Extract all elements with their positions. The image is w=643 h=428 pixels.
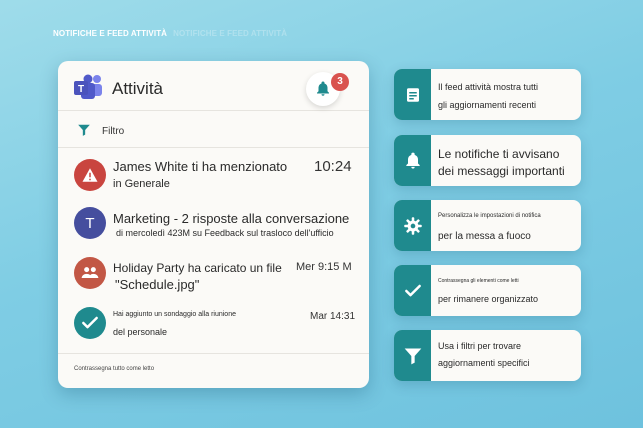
- alert-icon: [82, 168, 98, 182]
- feature-card-filters: Usa i filtri per trovare aggiornamenti s…: [394, 330, 581, 381]
- feature-card-activity-feed: Il feed attività mostra tutti gli aggior…: [394, 69, 581, 120]
- gear-icon: [403, 216, 422, 235]
- activity-title: James White ti ha menzionato: [113, 159, 288, 174]
- card-line-2: per rimanere organizzato: [438, 294, 539, 304]
- activity-subtitle: di mercoledì 423M su Feedback sul traslo…: [116, 228, 334, 238]
- people-avatar: [74, 257, 106, 289]
- activity-item[interactable]: Holiday Party ha caricato un file "Sched…: [58, 254, 369, 298]
- avatar: T: [74, 207, 106, 239]
- card-line-2: per la messa a fuoco: [438, 231, 531, 242]
- feature-card-notifications: Le notifiche ti avvisano dei messaggi im…: [394, 135, 581, 186]
- activity-subtitle: in Generale: [113, 178, 170, 190]
- mark-all-read-link[interactable]: Contrassegna tutto come letto: [74, 366, 154, 372]
- alert-avatar: [74, 159, 106, 191]
- card-line-2: aggiornamenti specifici: [438, 358, 530, 368]
- page-heading: NOTIFICHE E FEED ATTIVITÀ NOTIFICHE E FEE…: [53, 29, 287, 38]
- activity-subtitle: del personale: [113, 327, 168, 337]
- bell-icon: [405, 152, 420, 168]
- activity-panel: T Attività 3 Filtro James White ti ha me…: [58, 61, 369, 388]
- card-line-1: Contrassegna gli elementi come letti: [438, 278, 519, 284]
- activity-title: Holiday Party ha caricato un file: [113, 261, 282, 275]
- card-icon-bg: [394, 69, 431, 120]
- feature-card-settings: Personalizza le impostazioni di notifica…: [394, 200, 581, 251]
- activity-item[interactable]: Hai aggiunto un sondaggio alla riunione …: [58, 304, 369, 348]
- activity-time: Mer 9:15 M: [296, 261, 352, 273]
- activity-item[interactable]: James White ti ha menzionato in Generale…: [58, 155, 369, 201]
- card-icon-bg: [394, 265, 431, 316]
- document-icon: [406, 87, 419, 102]
- teams-logo-icon: T: [74, 74, 102, 99]
- activity-item[interactable]: T Marketing - 2 risposte alla conversazi…: [58, 204, 369, 248]
- activity-subtitle: "Schedule.jpg": [115, 277, 200, 292]
- svg-text:T: T: [78, 84, 84, 95]
- activity-title: Hai aggiunto un sondaggio alla riunione: [113, 311, 236, 318]
- divider: [58, 353, 369, 354]
- panel-header: T Attività 3: [58, 61, 369, 111]
- card-line-2: dei messaggi importanti: [438, 164, 565, 178]
- bell-icon: [317, 81, 329, 96]
- filter-icon: [78, 124, 90, 136]
- page-heading-text: NOTIFICHE E FEED ATTIVITÀ: [53, 29, 168, 38]
- filter-button[interactable]: Filtro: [58, 112, 369, 148]
- check-icon: [82, 316, 98, 329]
- page-heading-ghost: NOTIFICHE E FEED ATTIVITÀ: [173, 29, 288, 38]
- activity-time: Mar 14:31: [310, 311, 356, 322]
- feature-card-mark-read: Contrassegna gli elementi come letti per…: [394, 265, 581, 316]
- activity-title: Marketing - 2 risposte alla conversazion…: [113, 211, 350, 226]
- filter-label: Filtro: [102, 126, 125, 137]
- notification-count-badge: 3: [331, 73, 349, 91]
- card-line-1: Usa i filtri per trovare: [438, 341, 522, 351]
- card-line-2: gli aggiornamenti recenti: [438, 100, 537, 110]
- check-avatar: [74, 307, 106, 339]
- card-line-1: Personalizza le impostazioni di notifica: [438, 213, 541, 219]
- card-icon-bg: [394, 330, 431, 381]
- card-line-1: Le notifiche ti avvisano: [438, 147, 560, 161]
- card-icon-bg: [394, 200, 431, 251]
- filter-icon: [404, 348, 421, 364]
- activity-time: 10:24: [314, 158, 352, 175]
- card-icon-bg: [394, 135, 431, 186]
- panel-title: Attività: [112, 79, 164, 98]
- card-line-1: Il feed attività mostra tutti: [438, 82, 539, 92]
- people-icon: [81, 267, 99, 278]
- check-icon: [404, 284, 421, 296]
